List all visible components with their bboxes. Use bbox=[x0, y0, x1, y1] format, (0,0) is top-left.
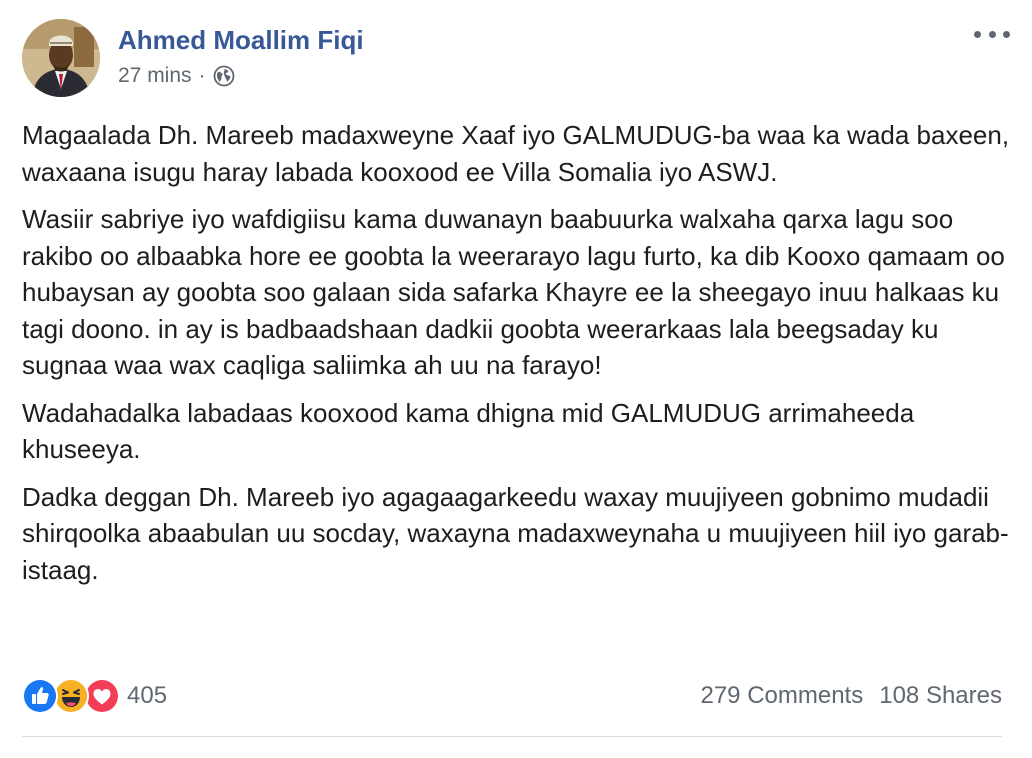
avatar-photo bbox=[22, 19, 100, 97]
post-paragraph: Magaalada Dh. Mareeb madaxweyne Xaaf iyo… bbox=[22, 120, 1010, 187]
post-timestamp[interactable]: 27 mins bbox=[118, 64, 192, 88]
post-footer: 405 279 Comments 108 Shares bbox=[22, 676, 1002, 716]
facebook-post: Ahmed Moallim Fiqi 27 mins · Magaalada D… bbox=[0, 0, 1032, 758]
post-paragraph: Dadka deggan Dh. Mareeb iyo agagaagarkee… bbox=[22, 481, 1009, 585]
author-name[interactable]: Ahmed Moallim Fiqi bbox=[118, 25, 364, 56]
like-icon bbox=[22, 678, 58, 714]
more-dot bbox=[988, 30, 996, 38]
post-meta: 27 mins · bbox=[118, 64, 235, 88]
comments-count-link[interactable]: 279 Comments bbox=[700, 682, 863, 710]
post-paragraph: Wadahadalka labadaas kooxood kama dhigna… bbox=[22, 397, 915, 465]
reaction-count: 405 bbox=[127, 682, 168, 709]
post-paragraph: Wasiir sabriye iyo wafdigiisu kama duwan… bbox=[22, 204, 1005, 380]
more-options-icon[interactable] bbox=[974, 22, 1010, 46]
more-dot bbox=[1003, 30, 1010, 38]
more-dot bbox=[974, 30, 981, 38]
engagement-stats: 279 Comments 108 Shares bbox=[700, 676, 1002, 716]
reactions-summary[interactable]: 405 bbox=[22, 676, 167, 716]
footer-divider bbox=[22, 736, 1002, 737]
love-icon bbox=[84, 678, 120, 714]
meta-separator: · bbox=[198, 64, 206, 87]
shares-count-link[interactable]: 108 Shares bbox=[879, 682, 1002, 710]
author-avatar[interactable] bbox=[22, 19, 100, 97]
globe-icon[interactable] bbox=[213, 65, 235, 87]
post-body: Magaalada Dh. Mareeb madaxweyne Xaaf iyo… bbox=[22, 117, 1012, 599]
haha-icon bbox=[53, 678, 89, 714]
